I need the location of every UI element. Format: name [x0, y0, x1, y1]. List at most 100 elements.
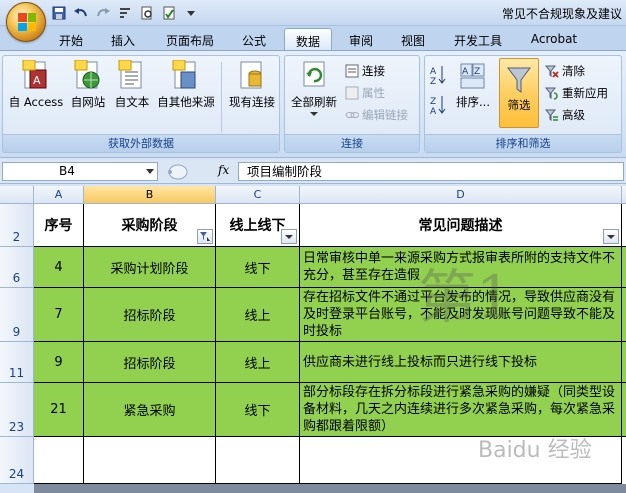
row-header[interactable]: 6	[0, 247, 34, 288]
table-cell-online[interactable]: 线下	[216, 247, 300, 288]
name-box[interactable]: B4	[2, 162, 158, 181]
header-cell-stage[interactable]: 采购阶段	[84, 204, 216, 247]
svg-text:A: A	[33, 74, 41, 87]
edit-links-button[interactable]: 编辑链接	[345, 106, 408, 124]
access-icon: A	[22, 60, 47, 89]
connections-button[interactable]: 连接	[345, 62, 385, 80]
insert-function-icon[interactable]: fx	[218, 163, 229, 177]
header-cell-issue[interactable]: 常见问题描述	[300, 204, 622, 247]
tab-insert[interactable]: 插入	[102, 30, 144, 50]
office-button[interactable]	[6, 2, 46, 42]
filter-dropdown-icon[interactable]	[281, 229, 297, 244]
header-cell-seq[interactable]: 序号	[34, 204, 84, 247]
filter-button[interactable]: 筛选	[499, 58, 539, 128]
from-web-button[interactable]: 自网站	[67, 60, 109, 118]
table-cell-online[interactable]: 线上	[216, 342, 300, 383]
column-header-e[interactable]	[622, 186, 626, 204]
tab-view[interactable]: 视图	[392, 30, 434, 50]
formula-controls: fx	[162, 162, 232, 181]
reapply-button[interactable]: 重新应用	[545, 84, 608, 102]
table-cell-seq[interactable]: 21	[34, 383, 84, 437]
row-header[interactable]: 9	[0, 288, 34, 342]
properties-label: 属性	[362, 86, 385, 100]
select-all-corner[interactable]	[0, 186, 34, 204]
advanced-filter-button[interactable]: 高级	[545, 106, 585, 124]
ribbon-tabs: 开始 插入 页面布局 公式 数据 审阅 视图 开发工具 Acrobat	[0, 26, 626, 51]
overflow-cell[interactable]	[622, 342, 626, 383]
tab-acrobat[interactable]: Acrobat	[522, 30, 586, 50]
empty-cell[interactable]	[34, 437, 84, 484]
table-cell-issue[interactable]: 供应商未进行线上投标而只进行线下投标	[300, 342, 622, 383]
table-cell-stage[interactable]: 采购计划阶段	[84, 247, 216, 288]
column-header-a[interactable]: A	[34, 186, 84, 204]
from-text-label: 自文本	[114, 95, 150, 109]
redo-icon[interactable]	[94, 4, 112, 22]
header-stage-label: 采购阶段	[121, 218, 178, 234]
sort-quick-icon[interactable]	[116, 4, 134, 22]
tab-review[interactable]: 审阅	[340, 30, 382, 50]
overflow-cell[interactable]	[622, 288, 626, 342]
tab-formulas[interactable]: 公式	[232, 30, 276, 50]
from-access-button[interactable]: A 自 Access	[7, 60, 65, 118]
table-cell-online[interactable]: 线上	[216, 288, 300, 342]
empty-cell[interactable]	[84, 437, 216, 484]
tab-page-layout[interactable]: 页面布局	[158, 30, 222, 50]
save-icon[interactable]	[50, 4, 68, 22]
group-sort-filter: AZ ZA AZ 排序... 筛选 清除 重新应用 高级 排序和筛选	[424, 55, 622, 153]
table-cell-seq[interactable]: 7	[34, 288, 84, 342]
table-cell-online[interactable]: 线下	[216, 383, 300, 437]
table-cell-stage[interactable]: 招标阶段	[84, 342, 216, 383]
name-box-value: B4	[59, 164, 75, 178]
chain-link-icon	[345, 112, 359, 118]
advanced-label: 高级	[562, 108, 585, 122]
horizontal-scrollbar[interactable]	[34, 484, 626, 493]
table-cell-issue[interactable]: 部分标段存在拆分标段进行紧急采购的嫌疑（同类型设备材料，几天之内连续进行多次紧急…	[300, 383, 622, 437]
spell-check-icon[interactable]	[160, 4, 178, 22]
tab-home[interactable]: 开始	[50, 30, 92, 50]
table-cell-stage[interactable]: 招标阶段	[84, 288, 216, 342]
empty-cell[interactable]	[216, 437, 300, 484]
table-cell-seq[interactable]: 4	[34, 247, 84, 288]
advanced-filter-icon	[545, 109, 558, 122]
tab-developer[interactable]: 开发工具	[446, 30, 510, 50]
formula-input[interactable]: 项目编制阶段	[238, 162, 624, 181]
column-header-b[interactable]: B	[84, 186, 216, 204]
print-preview-icon[interactable]	[138, 4, 156, 22]
row-header[interactable]: 23	[0, 383, 34, 437]
clear-filter-button[interactable]: 清除	[545, 62, 585, 80]
filter-dropdown-icon[interactable]	[603, 229, 619, 244]
sort-ascending-button[interactable]: AZ	[429, 66, 447, 86]
row-header[interactable]: 24	[0, 437, 34, 484]
header-issue-label: 常见问题描述	[418, 218, 503, 234]
header-cell-online[interactable]: 线上线下	[216, 204, 300, 247]
row-header[interactable]: 2	[0, 204, 34, 247]
tab-data[interactable]: 数据	[284, 28, 332, 51]
overflow-cell[interactable]	[622, 247, 626, 288]
header-online-label: 线上线下	[229, 218, 286, 234]
column-header-c[interactable]: C	[216, 186, 300, 204]
formula-bar: B4 fx 项目编制阶段	[0, 160, 626, 184]
refresh-all-button[interactable]: 全部刷新	[289, 60, 339, 118]
undo-icon[interactable]	[72, 4, 90, 22]
overflow-cell[interactable]	[622, 204, 626, 247]
filter-applied-icon[interactable]	[197, 229, 213, 244]
properties-button[interactable]: 属性	[345, 84, 385, 102]
row-header[interactable]: 11	[0, 342, 34, 383]
edit-links-label: 编辑链接	[362, 108, 408, 122]
name-box-dropdown-icon[interactable]	[146, 169, 154, 174]
refresh-dropdown-icon[interactable]	[310, 112, 318, 116]
sort-dialog-icon: AZ	[460, 63, 485, 89]
sort-descending-button[interactable]: ZA	[429, 96, 447, 116]
table-cell-stage[interactable]: 紧急采购	[84, 383, 216, 437]
customize-qat-icon[interactable]	[182, 4, 200, 22]
from-other-sources-button[interactable]: 自其他来源	[153, 60, 219, 118]
sort-button[interactable]: AZ 排序...	[451, 60, 495, 118]
column-header-d[interactable]: D	[300, 186, 622, 204]
svg-text:A: A	[430, 107, 437, 116]
from-text-button[interactable]: 自文本	[111, 60, 153, 118]
table-cell-seq[interactable]: 9	[34, 342, 84, 383]
quick-access-toolbar	[50, 4, 200, 22]
existing-connections-button[interactable]: 现有连接	[225, 60, 279, 118]
other-sources-icon	[172, 60, 196, 89]
overflow-cell[interactable]	[622, 383, 626, 437]
